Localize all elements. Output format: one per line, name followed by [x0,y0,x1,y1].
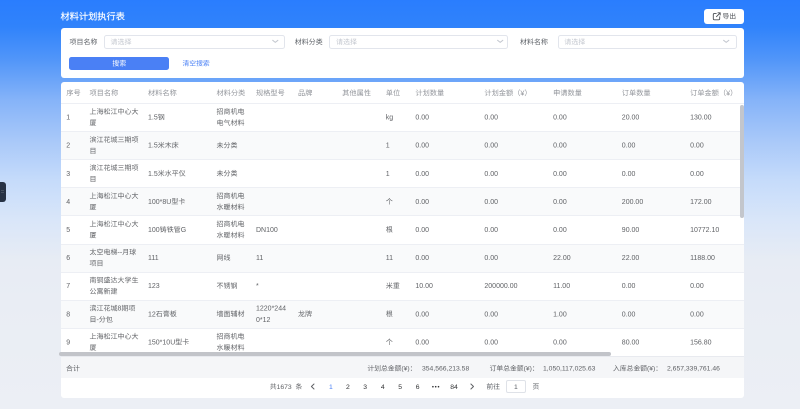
svg-text:*: * [256,283,259,290]
svg-text:G: G [181,227,186,234]
svg-text:200.00: 200.00 [622,199,644,206]
svg-text:1673: 1673 [277,384,292,391]
svg-text:130.00: 130.00 [690,115,712,122]
svg-text:2,657,339,761.46: 2,657,339,761.46 [667,366,720,373]
svg-text:1.00: 1.00 [553,311,567,318]
svg-text:1: 1 [514,384,518,391]
svg-text:0*12: 0*12 [256,317,271,324]
svg-text:11: 11 [386,255,393,262]
svg-text:0.00: 0.00 [690,311,704,318]
svg-text:5: 5 [66,227,70,234]
svg-text:12: 12 [148,311,156,318]
svg-text:1: 1 [66,115,70,122]
svg-text:0.00: 0.00 [690,171,704,178]
svg-text:0.00: 0.00 [622,311,636,318]
svg-text:0.00: 0.00 [415,311,429,318]
svg-text:--: -- [118,250,123,257]
svg-text:(¥): (¥) [647,366,655,373]
svg-text:156.80: 156.80 [690,339,712,346]
svg-text:9: 9 [66,339,70,346]
svg-text:4: 4 [66,199,70,206]
svg-text:10.00: 10.00 [415,283,433,290]
svg-text:0.00: 0.00 [622,143,636,150]
svg-text:8: 8 [118,306,122,313]
svg-text:(¥): (¥) [401,366,409,373]
svg-text:1220*244: 1220*244 [256,306,286,313]
svg-text:0.00: 0.00 [553,227,567,234]
svg-text:172.00: 172.00 [690,199,712,206]
svg-text:kg: kg [386,115,394,122]
svg-text:1.5: 1.5 [148,115,158,122]
svg-text:111: 111 [148,255,159,262]
svg-text:-: - [97,317,100,324]
svg-text:0.00: 0.00 [415,115,429,122]
svg-text:¥: ¥ [726,88,731,97]
svg-text:0.00: 0.00 [415,227,429,234]
svg-text:(¥): (¥) [524,366,532,373]
svg-text:1,050,117,025.63: 1,050,117,025.63 [543,366,596,373]
svg-text:150*10U: 150*10U [148,339,175,346]
svg-text:3: 3 [363,384,367,391]
svg-text:¥: ¥ [520,88,525,97]
svg-text:0.00: 0.00 [415,199,429,206]
svg-text:2: 2 [66,143,70,150]
svg-text:0.00: 0.00 [690,143,704,150]
svg-text:1: 1 [329,384,333,391]
svg-text:DN100: DN100 [256,227,278,234]
svg-text:0.00: 0.00 [690,283,704,290]
svg-text:100: 100 [148,227,160,234]
svg-text:6: 6 [416,384,420,391]
svg-text:1.5: 1.5 [148,171,158,178]
svg-text:5: 5 [398,384,402,391]
svg-text:0.00: 0.00 [484,171,498,178]
svg-text:20.00: 20.00 [622,115,640,122]
svg-text:0.00: 0.00 [415,339,429,346]
svg-text:200000.00: 200000.00 [484,283,517,290]
svg-text:11: 11 [256,255,263,262]
svg-text:0.00: 0.00 [553,171,567,178]
svg-text:90.00: 90.00 [622,227,640,234]
svg-text:0.00: 0.00 [553,339,567,346]
svg-text:7: 7 [66,283,70,290]
svg-text:0.00: 0.00 [484,115,498,122]
svg-text:0.00: 0.00 [484,339,498,346]
svg-text:123: 123 [148,283,160,290]
svg-text:0.00: 0.00 [484,255,498,262]
svg-text:1: 1 [386,171,390,178]
svg-text:6: 6 [66,255,70,262]
svg-text:8: 8 [66,311,70,318]
svg-text:4: 4 [381,384,385,391]
svg-text:0.00: 0.00 [553,143,567,150]
svg-text:0.00: 0.00 [415,255,429,262]
svg-text:0.00: 0.00 [415,143,429,150]
svg-text:0.00: 0.00 [622,171,636,178]
svg-text:1.5: 1.5 [148,143,158,150]
svg-text:11.00: 11.00 [553,283,570,290]
svg-text:354,566,213.58: 354,566,213.58 [422,366,469,373]
svg-text:84: 84 [450,384,458,391]
svg-text:10772.10: 10772.10 [690,227,719,234]
svg-text:2: 2 [346,384,350,391]
svg-text:0.00: 0.00 [484,199,498,206]
svg-text:22.00: 22.00 [622,255,640,262]
svg-text:0.00: 0.00 [484,311,498,318]
svg-text:100*8U: 100*8U [148,199,171,206]
svg-text:80.00: 80.00 [622,339,640,346]
svg-text:0.00: 0.00 [622,283,636,290]
svg-text:3: 3 [66,171,70,178]
svg-text:0.00: 0.00 [484,227,498,234]
svg-text:0.00: 0.00 [553,115,567,122]
svg-text:0.00: 0.00 [553,199,567,206]
svg-text:0.00: 0.00 [484,143,498,150]
svg-text:1188.00: 1188.00 [690,255,715,262]
svg-text:1: 1 [386,143,390,150]
svg-text:0.00: 0.00 [415,171,429,178]
svg-text:22.00: 22.00 [553,255,571,262]
